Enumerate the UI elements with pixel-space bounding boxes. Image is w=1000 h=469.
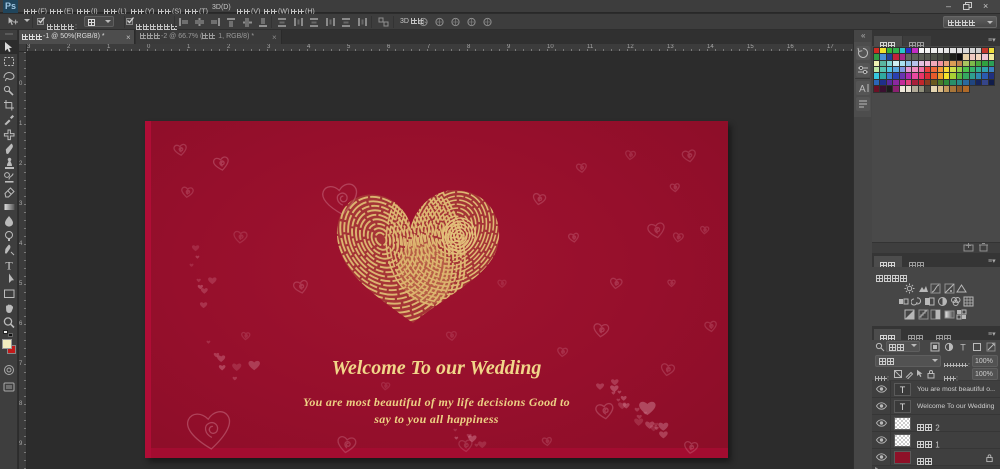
svg-text:T: T — [960, 343, 966, 352]
svg-text:T: T — [5, 259, 13, 273]
svg-text:A: A — [859, 84, 866, 95]
